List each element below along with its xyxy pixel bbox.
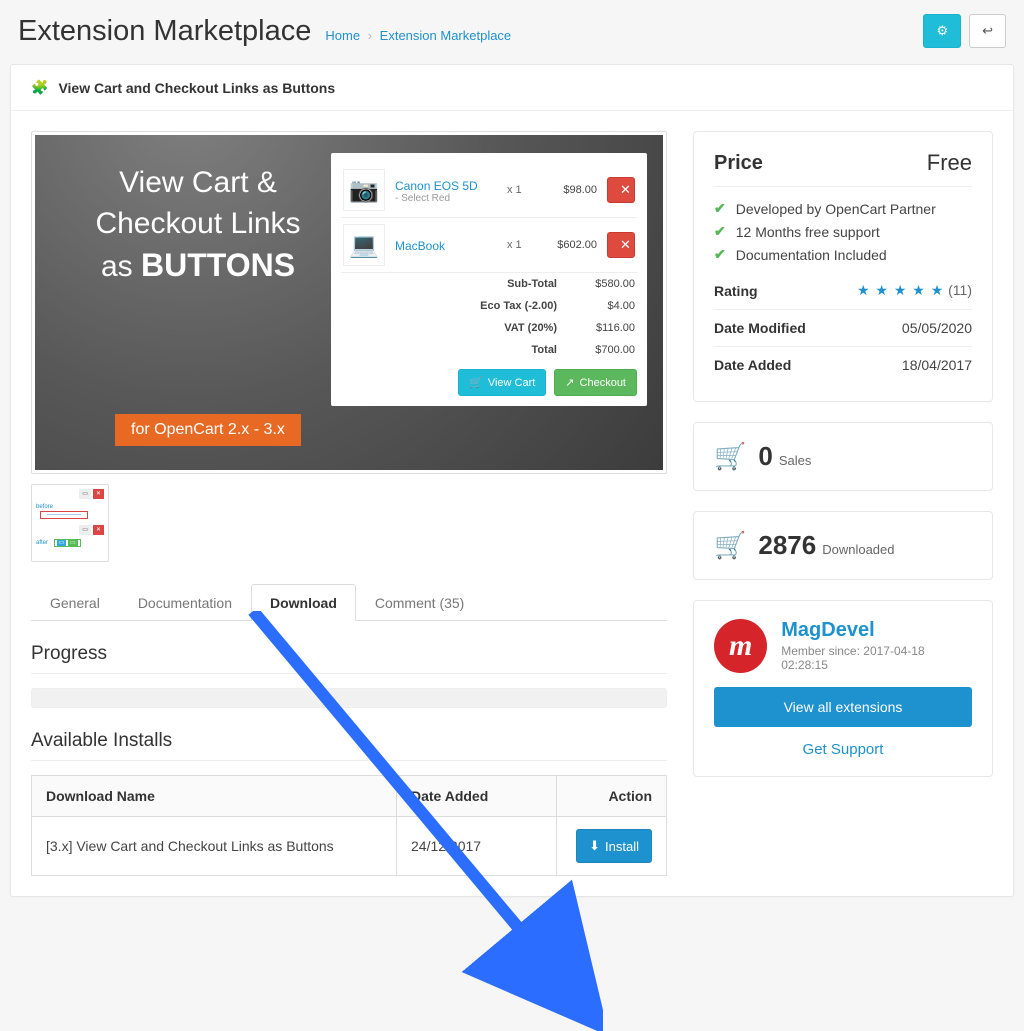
product-thumb: 📷 [343,169,385,211]
promo-image: View Cart & Checkout Links as BUTTONS fo… [31,131,667,474]
page-header: Extension Marketplace Home › Extension M… [0,0,1024,58]
product-name: Canon EOS 5D [395,179,478,193]
remove-item-button: ✕ [607,177,635,203]
tab-documentation[interactable]: Documentation [119,584,251,621]
promo-line1: View Cart & [119,166,277,199]
feature-text: Developed by OpenCart Partner [736,201,936,217]
total-value: $580.00 [575,278,635,290]
panel-title: View Cart and Checkout Links as Buttons [58,80,335,96]
share-icon: ↗ [565,376,574,389]
col-date-added: Date Added [397,776,557,817]
tab-download[interactable]: Download [251,584,356,621]
view-cart-button: 🛒View Cart [458,369,546,396]
puzzle-icon: 🧩 [31,79,48,96]
product-price: $602.00 [545,239,597,251]
back-button[interactable]: ↩ [969,14,1006,48]
rating-count: (11) [948,282,972,298]
promo-line2: Checkout Links [95,207,300,240]
cell-date-added: 24/12/2017 [397,817,557,876]
sales-label: Sales [779,453,812,468]
view-all-extensions-button[interactable]: View all extensions [714,687,972,727]
progress-bar [31,688,667,708]
tabs: General Documentation Download Comment (… [31,584,667,621]
available-installs-title: Available Installs [31,730,667,752]
tab-general[interactable]: General [31,584,119,621]
sales-card: 🛒 0 Sales [693,422,993,491]
feature-text: Documentation Included [736,247,887,263]
feature-text: 12 Months free support [736,224,880,240]
progress-title: Progress [31,643,667,665]
check-icon: ✔ [714,246,726,263]
divider [31,673,667,674]
main-panel: 🧩 View Cart and Checkout Links as Button… [10,64,1014,897]
star-icon: ★ ★ ★ ★ ★ [857,282,944,298]
panel-heading: 🧩 View Cart and Checkout Links as Button… [11,65,1013,111]
date-modified-value: 05/05/2020 [902,320,972,336]
product-price: $98.00 [545,184,597,196]
downloads-label: Downloaded [822,542,894,557]
developer-since: Member since: 2017-04-18 02:28:15 [781,644,972,672]
breadcrumb: Home › Extension Marketplace [325,28,511,43]
total-label: Eco Tax (-2.00) [417,300,557,312]
downloads-card: 🛒 2876 Downloaded [693,511,993,580]
cart-icon: 🛒 [469,376,483,389]
total-label: Total [417,344,557,356]
date-added-label: Date Added [714,357,791,373]
developer-name[interactable]: MagDevel [781,619,874,641]
product-option: - Select Red [395,193,497,204]
breadcrumb-home[interactable]: Home [325,28,360,43]
breadcrumb-sep: › [368,28,372,43]
page-title: Extension Marketplace [18,15,311,48]
check-icon: ✔ [714,223,726,240]
tab-comment[interactable]: Comment (35) [356,584,483,621]
product-name: MacBook [395,239,445,253]
total-label: Sub-Total [417,278,557,290]
reply-icon: ↩ [982,23,993,39]
promo-line3b: BUTTONS [141,247,295,283]
install-label: Install [605,839,639,854]
install-button[interactable]: ⬇ Install [576,829,652,863]
developer-logo: m [714,619,767,673]
sales-count: 0 [758,441,772,472]
check-icon: ✔ [714,200,726,217]
total-label: VAT (20%) [417,322,557,334]
product-qty: x 1 [507,184,535,196]
promo-line3a: as [101,250,141,283]
get-support-link[interactable]: Get Support [714,741,972,758]
settings-button[interactable]: ⚙ [923,14,961,48]
cart-icon: 🛒 [714,441,746,472]
product-thumb: 💻 [343,224,385,266]
download-icon: ⬇ [589,838,600,854]
date-added-value: 18/04/2017 [902,357,972,373]
cart-icon: 🛒 [714,530,746,561]
col-download-name: Download Name [32,776,397,817]
breadcrumb-current[interactable]: Extension Marketplace [380,28,512,43]
downloads-count: 2876 [758,530,816,561]
price-label: Price [714,152,763,175]
table-row: [3.x] View Cart and Checkout Links as Bu… [32,817,667,876]
total-value: $4.00 [575,300,635,312]
price-value: Free [927,150,972,176]
price-card: Price Free ✔ Developed by OpenCart Partne… [693,131,993,402]
developer-card: m MagDevel Member since: 2017-04-18 02:2… [693,600,993,777]
remove-item-button: ✕ [607,232,635,258]
checkout-button: ↗Checkout [554,369,637,396]
installs-table: Download Name Date Added Action [3.x] Vi… [31,775,667,876]
product-qty: x 1 [507,239,535,251]
thumbnail[interactable]: ▭✕ before ──────── ▭✕ after ▭ ▭ [31,484,109,562]
total-value: $700.00 [575,344,635,356]
total-value: $116.00 [575,322,635,334]
divider [31,760,667,761]
rating-label: Rating [714,283,758,299]
col-action: Action [557,776,667,817]
date-modified-label: Date Modified [714,320,806,336]
gear-icon: ⚙ [936,23,948,39]
promo-tag: for OpenCart 2.x - 3.x [115,414,301,446]
cell-download-name: [3.x] View Cart and Checkout Links as Bu… [32,817,397,876]
